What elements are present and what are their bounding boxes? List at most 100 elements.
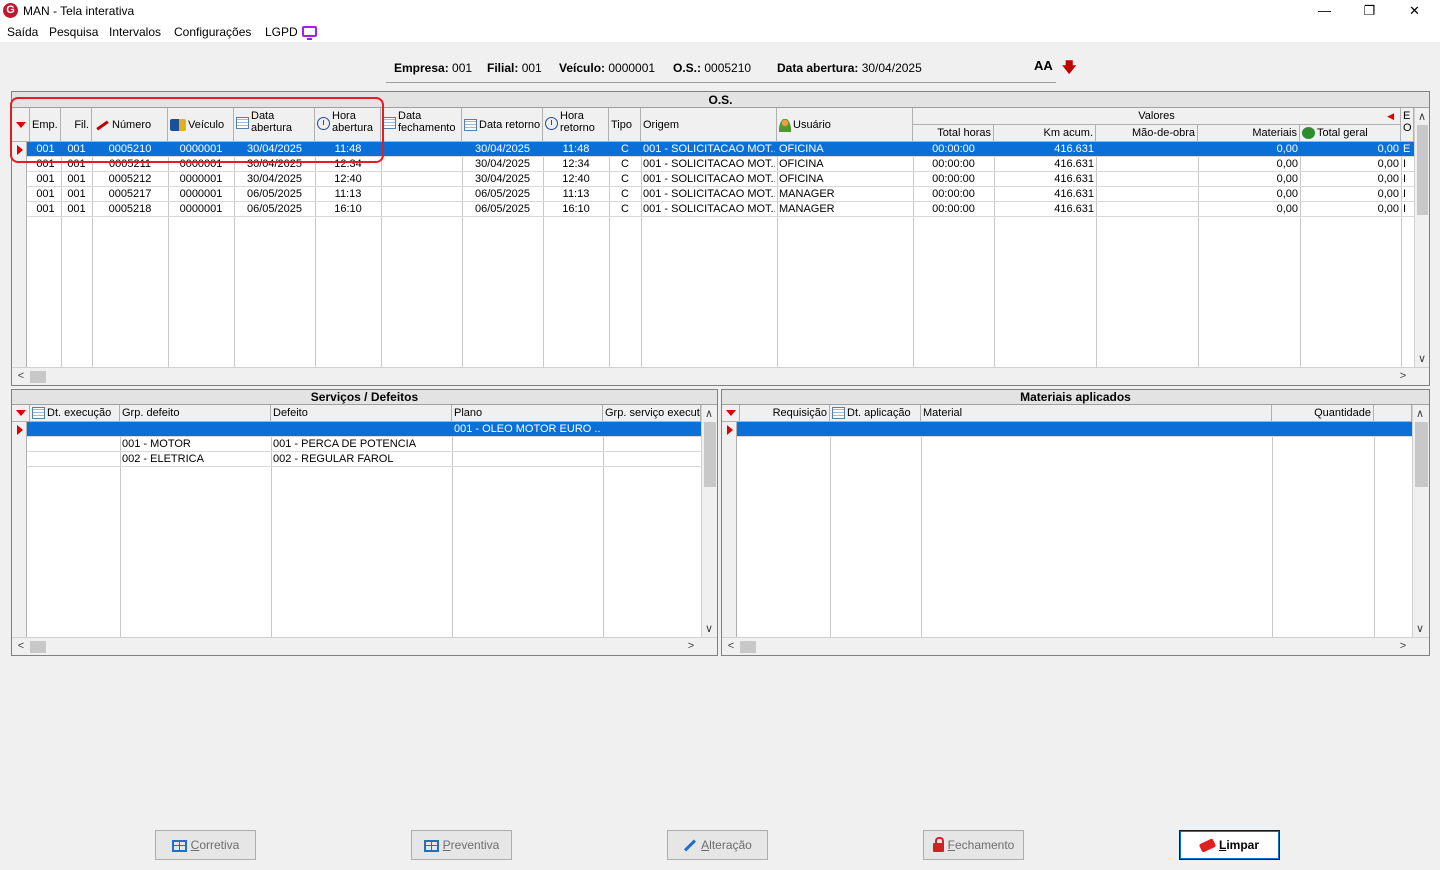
servico-row[interactable]: 001 - MOTOR 001 - PERCA DE POTENCIA [27, 437, 701, 452]
red-arrow-down-icon[interactable]: 🡇 [1062, 57, 1076, 81]
col-extra[interactable]: EO [1401, 108, 1414, 142]
col-tipo[interactable]: Tipo [609, 108, 641, 142]
scroll-thumb[interactable] [30, 641, 46, 653]
scroll-left-icon[interactable]: < [724, 640, 738, 652]
corretiva-button[interactable]: Corretiva [155, 830, 256, 860]
scroll-right-icon[interactable]: > [1396, 640, 1410, 652]
scroll-down-icon[interactable]: ∨ [1415, 352, 1429, 365]
monitor-icon[interactable] [302, 26, 317, 40]
materiais-vscroll[interactable]: ∧ ∨ [1412, 405, 1429, 637]
cell-origem: 001 - SOLICITACAO MOT... [643, 203, 775, 215]
col-dt-aplicacao[interactable]: Dt. aplicação [830, 405, 921, 422]
scroll-left-icon[interactable]: < [14, 370, 28, 382]
materiais-menu-corner[interactable] [722, 405, 740, 422]
scroll-thumb[interactable] [1417, 125, 1428, 215]
scroll-up-icon[interactable]: ∧ [1415, 110, 1429, 123]
cell-usuario: MANAGER [779, 203, 835, 215]
os-menu-corner[interactable] [12, 108, 30, 142]
col-material[interactable]: Material [921, 405, 1272, 422]
menu-lgpd[interactable]: LGPD [265, 25, 298, 39]
col-data-fechamento[interactable]: Data fechamento [381, 108, 462, 142]
os-row[interactable]: 001 001 0005218 0000001 06/05/2025 16:10 06/05… [27, 202, 1414, 217]
os-row[interactable]: 001 001 0005217 0000001 06/05/2025 11:13 06/05… [27, 187, 1414, 202]
col-data-abertura[interactable]: Data abertura [234, 108, 315, 142]
menu-saida[interactable]: Saída [7, 25, 38, 39]
col-dt-execucao[interactable]: Dt. execução [30, 405, 120, 422]
scroll-thumb[interactable] [30, 371, 46, 383]
cell-hora_ab: 11:13 [334, 188, 362, 200]
cell-extra: I [1403, 173, 1407, 185]
col-fil[interactable]: Fil. [61, 108, 92, 142]
col-hora-retorno[interactable]: Hora retorno [543, 108, 609, 142]
cell-mao [1098, 142, 1196, 157]
cell-total_horas: 00:00:00 [932, 203, 975, 215]
scroll-thumb[interactable] [740, 641, 756, 653]
col-plano[interactable]: Plano [452, 405, 603, 422]
scroll-up-icon[interactable]: ∧ [1413, 407, 1427, 420]
scroll-right-icon[interactable]: > [684, 640, 698, 652]
cell-dt [32, 422, 118, 437]
cell-emp: 001 [36, 173, 55, 185]
servico-row[interactable]: 001 - OLEO MOTOR EURO ... [27, 422, 701, 437]
alteracao-button[interactable]: Alteração [667, 830, 768, 860]
cell-km: 416.631 [1054, 188, 1094, 200]
os-hscroll[interactable]: < > [12, 367, 1429, 385]
servicos-hscroll[interactable]: < > [12, 637, 717, 655]
cell-usuario: OFICINA [779, 143, 824, 155]
scroll-left-icon[interactable]: < [14, 640, 28, 652]
scroll-thumb[interactable] [704, 422, 716, 487]
cell-emp: 001 [36, 158, 55, 170]
materiais-hscroll[interactable]: < > [722, 637, 1429, 655]
servicos-vscroll[interactable]: ∧ ∨ [701, 405, 717, 637]
minimize-button[interactable]: — [1302, 0, 1347, 22]
scroll-up-icon[interactable]: ∧ [702, 407, 716, 420]
col-numero[interactable]: Número [92, 108, 168, 142]
menu-configuracoes[interactable]: Configurações [174, 25, 251, 39]
col-total-geral[interactable]: Total geral [1300, 125, 1401, 142]
scroll-thumb[interactable] [1415, 422, 1428, 487]
current-row-icon [17, 425, 23, 435]
cell-origem: 001 - SOLICITACAO MOT... [643, 158, 775, 170]
col-emp[interactable]: Emp. [30, 108, 61, 142]
col-quantidade[interactable]: Quantidade [1272, 405, 1374, 422]
restore-button[interactable]: ❐ [1347, 0, 1392, 22]
col-origem[interactable]: Origem [641, 108, 777, 142]
limpar-button[interactable]: Limpar [1179, 830, 1280, 860]
font-size-icon[interactable]: AA [1034, 58, 1053, 73]
preventiva-button[interactable]: Preventiva [411, 830, 512, 860]
os-vscroll[interactable]: ∧ ∨ [1414, 108, 1429, 367]
col-km-acum[interactable]: Km acum. [994, 125, 1096, 142]
os-row[interactable]: 001 001 0005210 0000001 30/04/2025 11:48 30/04… [27, 142, 1414, 157]
col-usuario[interactable]: Usuário [777, 108, 913, 142]
scroll-down-icon[interactable]: ∨ [702, 622, 716, 635]
cell-numero: 0005212 [108, 173, 152, 185]
materiais-grid: Materiais aplicados Requisição Dt. aplic… [721, 389, 1430, 656]
cell-grp: 001 - MOTOR [122, 438, 191, 450]
filial-info: Filial: 001 [487, 61, 542, 75]
menu-pesquisa[interactable]: Pesquisa [49, 25, 98, 39]
scroll-down-icon[interactable]: ∨ [1413, 622, 1427, 635]
os-row[interactable]: 001 001 0005211 0000001 30/04/2025 12:34 30/04… [27, 157, 1414, 172]
close-button[interactable]: ✕ [1392, 0, 1437, 22]
servico-row[interactable]: 002 - ELETRICA 002 - REGULAR FAROL [27, 452, 701, 467]
col-grp-defeito[interactable]: Grp. defeito [120, 405, 271, 422]
os-row[interactable]: 001 001 0005212 0000001 30/04/2025 12:40 30/04… [27, 172, 1414, 187]
col-requisicao[interactable]: Requisição [740, 405, 830, 422]
col-total-horas[interactable]: Total horas [913, 125, 994, 142]
menu-intervalos[interactable]: Intervalos [109, 25, 161, 39]
cell-fil: 001 [67, 173, 86, 185]
cell-fil: 001 [67, 143, 86, 155]
col-mao-de-obra[interactable]: Mão-de-obra [1096, 125, 1198, 142]
cell-tipo: C [621, 143, 629, 155]
servicos-menu-corner[interactable] [12, 405, 30, 422]
col-data-retorno[interactable]: Data retorno [462, 108, 543, 142]
col-materiais[interactable]: Materiais [1198, 125, 1300, 142]
col-defeito[interactable]: Defeito [271, 405, 452, 422]
col-hora-abertura[interactable]: Hora abertura [315, 108, 381, 142]
col-grp-servico[interactable]: Grp. serviço executado [603, 405, 701, 422]
fechamento-button[interactable]: Fechamento [923, 830, 1024, 860]
col-veiculo[interactable]: Veículo [168, 108, 234, 142]
materiais-selected-row[interactable] [737, 422, 1412, 437]
scroll-right-icon[interactable]: > [1396, 370, 1410, 382]
collapse-left-icon[interactable]: ◀ [1387, 110, 1394, 122]
